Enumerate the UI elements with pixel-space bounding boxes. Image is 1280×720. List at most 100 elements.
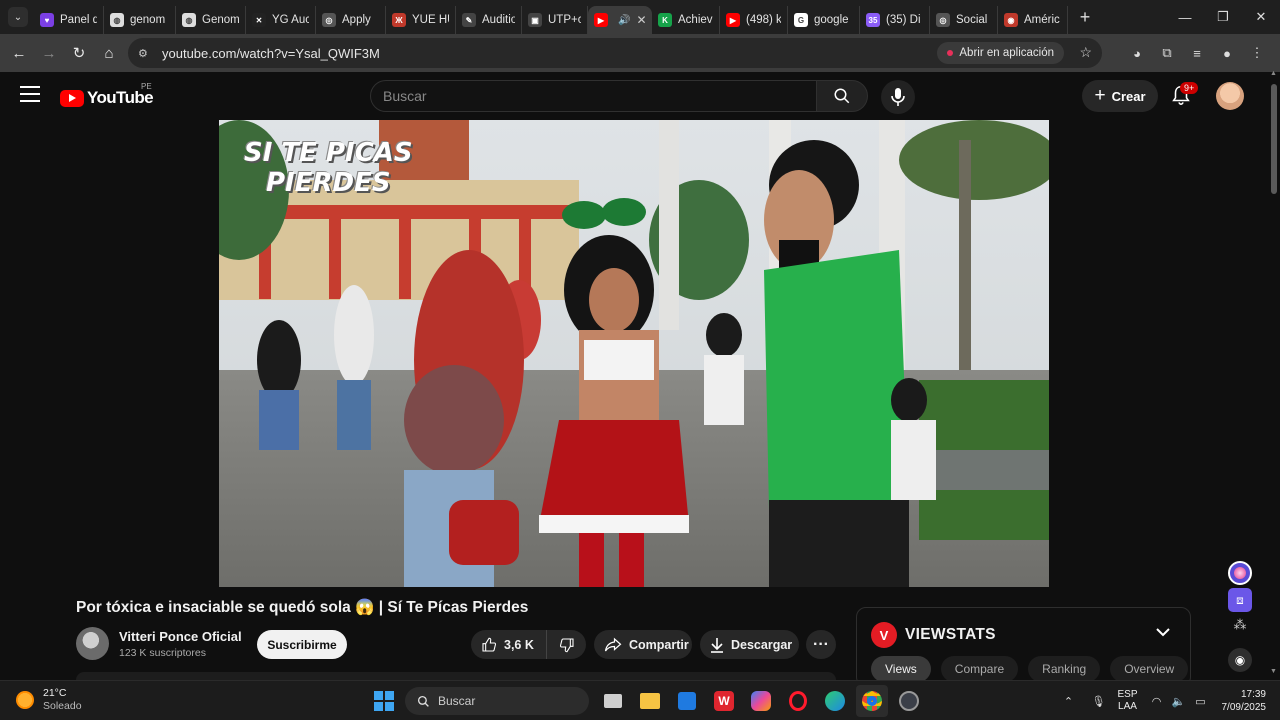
extension-bot-icon[interactable]: ◉: [1228, 648, 1252, 672]
notifications-button[interactable]: 9+: [1170, 82, 1199, 108]
channel-avatar[interactable]: [76, 627, 109, 660]
browser-tab[interactable]: ✕ YG Auc: [246, 6, 316, 34]
scroll-down-icon[interactable]: ▼: [1270, 668, 1277, 675]
taskbar-search-placeholder: Buscar: [438, 694, 476, 708]
channel-name[interactable]: Vitteri Ponce Oficial: [119, 629, 242, 644]
browser-tab[interactable]: ◍ Genom: [176, 6, 246, 34]
photos-app-icon[interactable]: [671, 685, 703, 717]
extension-orb-icon[interactable]: [1228, 561, 1252, 585]
like-count: 3,6 K: [504, 637, 534, 652]
puzzle-icon[interactable]: ⧉: [1152, 38, 1182, 68]
microphone-tray-icon[interactable]: 🎙: [1089, 695, 1107, 708]
edge-icon[interactable]: [819, 685, 851, 717]
browser-tab[interactable]: Ж YUE HU: [386, 6, 456, 34]
extension-chart-icon[interactable]: ⧈: [1228, 588, 1252, 612]
close-window-icon[interactable]: ✕: [1242, 0, 1280, 34]
forward-icon[interactable]: →: [34, 38, 64, 68]
subscribe-button[interactable]: Suscribirme: [257, 630, 347, 659]
globe-icon: ◎: [322, 13, 336, 27]
share-icon: [604, 637, 622, 651]
file-explorer-icon[interactable]: [634, 685, 666, 717]
copilot-icon[interactable]: [745, 685, 777, 717]
account-avatar[interactable]: [1216, 82, 1244, 110]
taskbar-search[interactable]: Buscar: [405, 687, 589, 715]
restore-icon[interactable]: ❐: [1204, 0, 1242, 34]
browser-tab-title: Auditio: [482, 14, 515, 26]
download-button[interactable]: Descargar: [700, 630, 799, 659]
tab-close-icon[interactable]: ✕: [636, 13, 646, 27]
windows-taskbar: 21°C Soleado Buscar W ⌃ 🎙 ESP LAA ◠ 🔈 ▭: [0, 680, 1280, 720]
clock[interactable]: 17:39 7/09/2025: [1222, 688, 1267, 714]
start-button[interactable]: [368, 685, 400, 717]
profile-icon[interactable]: ●: [1212, 38, 1242, 68]
viewstats-tab-ranking[interactable]: Ranking: [1028, 656, 1101, 682]
search-button[interactable]: [816, 80, 868, 112]
scroll-thumb[interactable]: [1271, 84, 1277, 194]
browser-tab[interactable]: 35 (35) Di: [860, 6, 930, 34]
back-icon[interactable]: ←: [4, 38, 34, 68]
viewstats-tab-views[interactable]: Views: [871, 656, 931, 682]
open-in-app-label: Abrir en aplicación: [959, 47, 1054, 59]
viewstats-tab-overview[interactable]: Overview: [1110, 656, 1189, 682]
browser-tab[interactable]: ✎ Auditio: [456, 6, 522, 34]
browser-tab[interactable]: K Achiev: [652, 6, 720, 34]
viewstats-tab-compare[interactable]: Compare: [940, 656, 1019, 682]
search-input[interactable]: Buscar: [370, 80, 817, 112]
extension-icon[interactable]: ◕: [1122, 38, 1152, 68]
browser-tab[interactable]: ▣ UTP+cl: [522, 6, 588, 34]
address-bar[interactable]: ⚙ youtube.com/watch?v=Ysal_QWIF3M Abrir …: [128, 38, 1102, 68]
wps-office-icon[interactable]: W: [708, 685, 740, 717]
browser-tab[interactable]: ◍ genom: [104, 6, 176, 34]
more-actions-button[interactable]: ···: [806, 630, 836, 659]
browser-tab[interactable]: ◎ Apply: [316, 6, 386, 34]
browser-tab[interactable]: ▶ 🔊 ✕: [588, 6, 652, 34]
home-icon[interactable]: ⌂: [94, 38, 124, 68]
media-control-icon[interactable]: ≡: [1182, 38, 1212, 68]
browser-tab-title: YUE HU: [412, 14, 449, 26]
steam-icon[interactable]: [893, 685, 925, 717]
temperature: 21°C: [43, 687, 67, 699]
page-scrollbar[interactable]: ▲ ▼: [1268, 70, 1280, 680]
voice-search-button[interactable]: [881, 80, 915, 114]
tab-audio-icon[interactable]: 🔊: [618, 15, 630, 26]
reload-icon[interactable]: ↻: [64, 38, 94, 68]
tray-overflow-icon[interactable]: ⌃: [1059, 695, 1077, 708]
like-button[interactable]: 3,6 K: [471, 630, 547, 659]
task-view-icon[interactable]: [597, 685, 629, 717]
chrome-icon[interactable]: [856, 685, 888, 717]
url-text[interactable]: youtube.com/watch?v=Ysal_QWIF3M: [162, 46, 380, 61]
open-in-app-button[interactable]: Abrir en aplicación: [937, 42, 1064, 64]
share-button[interactable]: Compartir: [594, 630, 692, 659]
scroll-up-icon[interactable]: ▲: [1270, 70, 1277, 77]
menu-dots-icon[interactable]: ⋮: [1242, 38, 1272, 68]
video-player[interactable]: SI TE PICAS PIERDES: [219, 120, 1049, 587]
watermark-line-1: SI TE PICAS: [244, 138, 413, 168]
bookmark-star-icon[interactable]: ☆: [1079, 44, 1092, 61]
chevron-down-icon[interactable]: [1156, 627, 1170, 637]
browser-tab[interactable]: ▶ (498) k: [720, 6, 788, 34]
minimize-icon[interactable]: —: [1166, 0, 1204, 34]
youtube-logo[interactable]: YouTube PE: [60, 82, 154, 108]
description-box[interactable]: [76, 672, 836, 680]
battery-icon[interactable]: ▭: [1192, 695, 1210, 708]
browser-tab[interactable]: Ggoogle: [788, 6, 860, 34]
opera-icon[interactable]: [782, 685, 814, 717]
extension-dots-icon[interactable]: ⁂: [1228, 613, 1252, 637]
create-button[interactable]: + Crear: [1082, 80, 1158, 112]
dislike-button[interactable]: [547, 637, 586, 653]
site-info-icon[interactable]: ⚙: [138, 47, 154, 60]
browser-tab[interactable]: ◎ Social: [930, 6, 998, 34]
volume-icon[interactable]: 🔈: [1170, 695, 1188, 708]
tab-search-button[interactable]: ⌄: [8, 7, 28, 27]
wifi-icon[interactable]: ◠: [1148, 695, 1166, 708]
new-tab-button[interactable]: +: [1072, 7, 1098, 28]
window-controls: — ❐ ✕: [1166, 0, 1280, 34]
browser-tab[interactable]: ♥ Panel d: [34, 6, 104, 34]
browser-tab[interactable]: ◉ Améric: [998, 6, 1068, 34]
pen-icon: ✎: [462, 13, 476, 27]
browser-tab-title: Améric: [1024, 14, 1060, 26]
weather-widget[interactable]: 21°C Soleado: [16, 687, 82, 713]
language-indicator[interactable]: ESP LAA: [1117, 689, 1137, 713]
guide-menu-icon[interactable]: [20, 86, 40, 102]
subscriber-count: 123 K suscriptores: [119, 647, 206, 659]
